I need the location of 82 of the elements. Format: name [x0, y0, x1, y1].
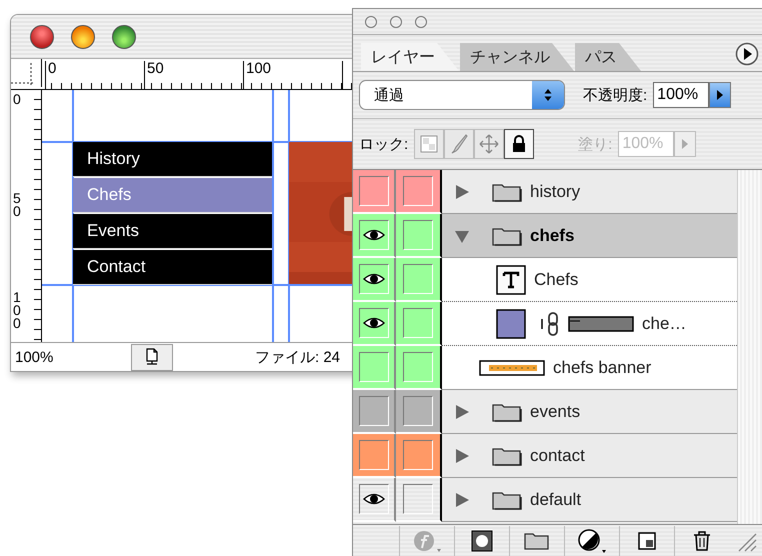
lock-toggle[interactable]: [474, 129, 504, 159]
visibility-toggle[interactable]: [353, 170, 396, 214]
lock-toggle[interactable]: [504, 129, 534, 159]
layer-name[interactable]: chefs banner: [553, 358, 652, 378]
lock-toggle[interactable]: [414, 129, 444, 159]
new-page-icon: [637, 531, 657, 551]
scroll-bar[interactable]: [738, 170, 762, 524]
layer-name[interactable]: default: [530, 490, 582, 510]
link-toggle[interactable]: [396, 170, 442, 214]
minimize-button[interactable]: [71, 24, 95, 48]
layer-name[interactable]: Chefs: [534, 270, 578, 290]
fill-label: 塗り:: [578, 134, 612, 154]
lock-label: ロック:: [359, 134, 408, 154]
effects-circle-icon: [412, 529, 442, 553]
blend-mode-dropdown[interactable]: 通過: [359, 80, 565, 110]
panel-menu-icon[interactable]: [735, 42, 759, 66]
link-toggle[interactable]: [396, 302, 442, 346]
opacity-label: 不透明度:: [583, 86, 648, 104]
brush-icon: [450, 134, 468, 154]
visibility-toggle[interactable]: [353, 346, 396, 390]
panel-tab[interactable]: パス: [575, 43, 641, 71]
link-toggle[interactable]: [396, 390, 442, 434]
folder-icon: [524, 531, 550, 551]
panel-tab[interactable]: チャンネル: [460, 43, 574, 71]
padlock-icon: [511, 135, 528, 153]
close-button[interactable]: [30, 24, 54, 48]
visibility-toggle[interactable]: [353, 214, 396, 258]
eye-icon: [362, 316, 384, 330]
collapsed-triangle-icon[interactable]: [454, 492, 470, 508]
vector-mask-icon: [568, 316, 634, 332]
fill-slider-button[interactable]: [674, 131, 696, 157]
text-layer-icon: [496, 264, 526, 294]
play-arrow-icon: [681, 138, 690, 150]
half-circle-icon: [577, 528, 607, 554]
link-toggle[interactable]: [396, 434, 442, 478]
ruler-label: 50: [147, 61, 164, 77]
file-size-text: ファイル: 24: [255, 348, 340, 366]
layer-name[interactable]: events: [530, 402, 580, 422]
eye-icon: [362, 228, 384, 242]
ruler-label: 50: [13, 192, 22, 218]
layer-name[interactable]: che…: [642, 314, 686, 334]
up-down-arrows-icon: [544, 88, 552, 102]
visibility-toggle[interactable]: [353, 478, 396, 522]
eye-icon: [362, 492, 384, 506]
zoom-level: 100%: [15, 348, 54, 366]
visibility-toggle[interactable]: [353, 390, 396, 434]
opacity-field[interactable]: 100%: [653, 82, 710, 108]
link-toggle[interactable]: [396, 258, 442, 302]
layer-name[interactable]: chefs: [530, 226, 574, 246]
layer-name[interactable]: history: [530, 182, 580, 202]
ruler-label: 0: [13, 93, 22, 106]
ruler-label: 100: [13, 291, 22, 330]
mask-icon: [471, 530, 493, 552]
window-control-button[interactable]: [365, 16, 377, 28]
document-icon: [145, 348, 159, 366]
visibility-toggle[interactable]: [353, 434, 396, 478]
link-toggle[interactable]: [396, 214, 442, 258]
chain-link-icon: [540, 310, 560, 336]
checkerboard-icon: [420, 135, 438, 153]
eye-icon: [362, 272, 384, 286]
window-control-button[interactable]: [390, 16, 402, 28]
play-arrow-icon: [716, 89, 724, 101]
collapsed-triangle-icon[interactable]: [454, 184, 470, 200]
panel-tab[interactable]: レイヤー: [361, 43, 459, 71]
collapsed-triangle-icon[interactable]: [454, 404, 470, 420]
opacity-slider-button[interactable]: [709, 82, 732, 108]
collapsed-triangle-icon[interactable]: [454, 448, 470, 464]
ruler-origin-icon[interactable]: [11, 59, 42, 87]
ruler-label: 0: [48, 61, 56, 77]
zoom-button[interactable]: [112, 24, 136, 48]
ruler-label: 100: [246, 61, 272, 77]
move-arrows-icon: [479, 134, 500, 154]
lock-toggle[interactable]: [444, 129, 474, 159]
link-toggle[interactable]: [396, 346, 442, 390]
trash-icon: [692, 530, 712, 552]
banner-thumbnail-icon: [479, 360, 545, 376]
document-info-button[interactable]: [131, 344, 173, 370]
window-control-button[interactable]: [415, 16, 427, 28]
layer-name[interactable]: contact: [530, 446, 585, 466]
color-swatch-icon: [496, 308, 526, 338]
visibility-toggle[interactable]: [353, 302, 396, 346]
visibility-toggle[interactable]: [353, 258, 396, 302]
